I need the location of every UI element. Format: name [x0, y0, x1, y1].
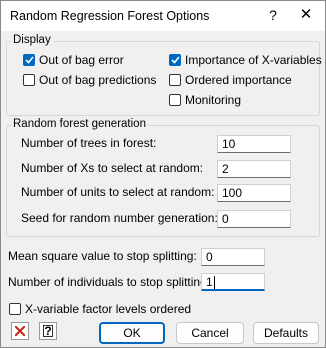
trees-label: Number of trees in forest:	[21, 136, 157, 150]
cancel-button[interactable]: Cancel	[176, 322, 244, 344]
title-close-button[interactable]: ✕	[295, 5, 317, 25]
checkbox-label: Out of bag predictions	[39, 72, 157, 87]
individuals-input[interactable]: 1	[201, 273, 265, 291]
checkbox-label: Ordered importance	[185, 72, 292, 87]
ok-button[interactable]: OK	[99, 322, 165, 344]
window-title: Random Regression Forest Options	[10, 9, 210, 23]
seed-input[interactable]: 0	[217, 210, 291, 228]
seed-label: Seed for random number generation:	[21, 211, 218, 225]
trees-input[interactable]: 10	[217, 135, 291, 153]
checkbox-box	[23, 53, 35, 66]
checkbox-label: X-variable factor levels ordered	[25, 301, 192, 316]
xs-label: Number of Xs to select at random:	[21, 161, 204, 175]
checkbox-box	[23, 73, 35, 86]
out-of-bag-error-checkbox[interactable]: Out of bag error	[23, 52, 124, 67]
checkbox-box	[169, 53, 181, 66]
monitoring-checkbox[interactable]: Monitoring	[169, 92, 241, 107]
title-help-button[interactable]: ?	[263, 5, 283, 25]
out-of-bag-predictions-checkbox[interactable]: Out of bag predictions	[23, 72, 156, 87]
individuals-label: Number of individuals to stop splitting:	[8, 275, 211, 289]
delete-button[interactable]	[11, 322, 29, 340]
display-group-label: Display	[11, 34, 53, 46]
mean-square-input[interactable]: 0	[201, 248, 265, 266]
defaults-button[interactable]: Defaults	[253, 322, 319, 344]
units-input[interactable]: 100	[217, 184, 291, 202]
ordered-importance-checkbox[interactable]: Ordered importance	[169, 72, 292, 87]
text-caret	[213, 276, 215, 290]
checkbox-box	[9, 302, 21, 315]
importance-x-variables-checkbox[interactable]: Importance of X-variables	[169, 52, 322, 67]
xs-input[interactable]: 2	[217, 160, 291, 178]
checkbox-box	[169, 73, 181, 86]
mean-square-label: Mean square value to stop splitting:	[8, 249, 197, 263]
help-button[interactable]: ?	[39, 322, 57, 340]
help-icon: ?	[43, 324, 53, 338]
factor-levels-ordered-checkbox[interactable]: X-variable factor levels ordered	[9, 301, 191, 316]
units-label: Number of units to select at random:	[21, 185, 215, 199]
individuals-value: 1	[206, 275, 213, 289]
dialog-window: Random Regression Forest Options ? ✕ Dis…	[0, 0, 326, 348]
checkbox-label: Out of bag error	[39, 52, 124, 67]
checkbox-box	[169, 93, 181, 106]
checkbox-label: Importance of X-variables	[185, 52, 322, 67]
generation-group-label: Random forest generation	[11, 118, 148, 130]
checkbox-label: Monitoring	[185, 92, 242, 107]
title-bar: Random Regression Forest Options ? ✕	[1, 1, 325, 31]
x-icon	[15, 326, 25, 336]
